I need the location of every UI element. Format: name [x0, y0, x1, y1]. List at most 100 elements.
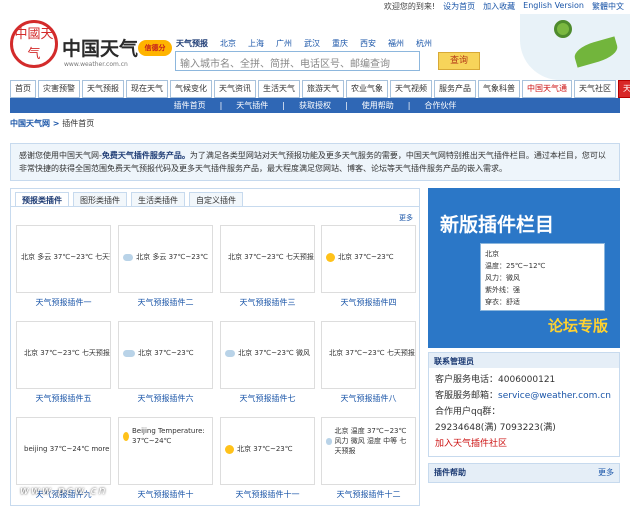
- sun-icon: [225, 444, 234, 454]
- cloud-icon: [225, 349, 236, 357]
- nav-plugins[interactable]: 天气插件: [618, 80, 630, 98]
- widget-preview: 北京 多云 37℃~23℃ 七天预报: [16, 225, 111, 293]
- search-input[interactable]: 输入城市名、全拼、简拼、电话区号、邮编查询: [175, 51, 420, 71]
- logo-url: www.weather.com.cn: [64, 61, 128, 68]
- subnav-help[interactable]: 使用帮助: [362, 98, 394, 113]
- logo-title: 中国天气: [62, 38, 139, 60]
- tab-graphic-plugins[interactable]: 图形类插件: [73, 192, 127, 206]
- widget-caption[interactable]: 天气预报插件二: [118, 297, 213, 308]
- search-button[interactable]: 查询: [438, 52, 480, 70]
- contact-heading: 联系管理员: [429, 353, 619, 368]
- widget-line: 北京 37℃~23℃: [138, 349, 194, 357]
- nav-agri[interactable]: 农业气象: [346, 80, 388, 98]
- help-more-link[interactable]: 更多: [598, 467, 614, 478]
- contact-qq-row: 合作用户qq群：: [435, 404, 613, 420]
- traditional-chinese-link[interactable]: 繁體中文: [592, 1, 624, 12]
- widget-card[interactable]: 北京 37℃~23℃ 天气预报插件四: [321, 225, 416, 308]
- nav-video[interactable]: 天气视频: [390, 80, 432, 98]
- help-heading: 更多 插件帮助: [429, 464, 619, 482]
- promo-banner[interactable]: 新版插件栏目 北京 温度：25℃~12℃ 风力：微风 紫外线：强 穿衣：舒适 论…: [428, 188, 620, 348]
- widget-caption[interactable]: 天气预报插件七: [220, 393, 315, 404]
- contact-phone-row: 客户服务电话：4006000121: [435, 372, 613, 388]
- more-link[interactable]: 更多: [399, 213, 413, 223]
- nav-life[interactable]: 生活天气: [258, 80, 300, 98]
- city-link[interactable]: 西安: [360, 38, 376, 49]
- widget-caption[interactable]: 天气预报插件六: [118, 393, 213, 404]
- city-shortcuts: 天气预报 北京 上海 广州 武汉 重庆 西安 福州 杭州: [176, 38, 432, 49]
- widget-card[interactable]: 北京 37℃~23℃ 天气预报插件六: [118, 321, 213, 404]
- widget-caption[interactable]: 天气预报插件一: [16, 297, 111, 308]
- widget-line: 北京 37℃~23℃ 七天预报: [228, 253, 314, 261]
- tab-life-plugins[interactable]: 生活类插件: [131, 192, 185, 206]
- site-logo[interactable]: 中國天气 中国天气 www.weather.com.cn: [10, 16, 139, 74]
- widget-card[interactable]: 北京 37℃~23℃ 七天预报 天气预报插件五: [16, 321, 111, 404]
- city-link[interactable]: 武汉: [304, 38, 320, 49]
- breadcrumb-root[interactable]: 中国天气网: [10, 119, 50, 128]
- subnav-license[interactable]: 获取授权: [299, 98, 331, 113]
- cloud-icon: [326, 437, 332, 445]
- widget-card[interactable]: 北京 37℃~23℃ 微风 天气预报插件七: [220, 321, 315, 404]
- cloud-icon: [123, 349, 135, 357]
- notice-prefix: 感谢您使用中国天气网-: [19, 151, 102, 160]
- subnav-weather-plugin[interactable]: 天气插件: [236, 98, 268, 113]
- widget-card[interactable]: 北京 37℃~23℃ 七天预报 天气预报插件八: [321, 321, 416, 404]
- widget-line: 北京 37℃~23℃: [237, 445, 293, 453]
- subnav-plugin-home[interactable]: 插件首页: [174, 98, 206, 113]
- widget-card[interactable]: 北京 37℃~23℃ 天气预报插件十一: [220, 417, 315, 500]
- add-favorite-link[interactable]: 加入收藏: [483, 1, 515, 12]
- widget-card[interactable]: 北京 温度 37℃~23℃ 风力 微风 湿度 中等 七天预报 天气预报插件十二: [321, 417, 416, 500]
- subnav-partners[interactable]: 合作伙伴: [424, 98, 456, 113]
- welcome-text: 欢迎您的到来!: [383, 2, 436, 11]
- widget-caption[interactable]: 天气预报插件十二: [321, 489, 416, 500]
- widget-card[interactable]: 北京 多云 37℃~23℃ 天气预报插件二: [118, 225, 213, 308]
- widget-card[interactable]: 北京 多云 37℃~23℃ 七天预报 天气预报插件一: [16, 225, 111, 308]
- widget-caption[interactable]: 天气预报插件五: [16, 393, 111, 404]
- subnav-sep: |: [407, 101, 411, 110]
- nav-products[interactable]: 服务产品: [434, 80, 476, 98]
- city-link[interactable]: 福州: [388, 38, 404, 49]
- nav-weather-app[interactable]: 中国天气通: [522, 80, 572, 98]
- city-lead: 天气预报: [176, 39, 208, 48]
- english-version-link[interactable]: English Version: [523, 1, 584, 12]
- header-illustration: [520, 14, 630, 80]
- contact-email-link[interactable]: service@weather.com.cn: [498, 391, 611, 401]
- help-title: 插件帮助: [434, 468, 466, 477]
- city-link[interactable]: 杭州: [416, 38, 432, 49]
- contact-box: 联系管理员 客户服务电话：4006000121 客服服务邮箱：service@w…: [428, 352, 620, 457]
- widget-caption[interactable]: 天气预报插件三: [220, 297, 315, 308]
- nav-home[interactable]: 首页: [10, 80, 36, 98]
- widget-card[interactable]: 北京 37℃~23℃ 七天预报 天气预报插件三: [220, 225, 315, 308]
- widget-caption[interactable]: 天气预报插件八: [321, 393, 416, 404]
- breadcrumb: 中国天气网 > 插件首页: [10, 118, 94, 129]
- help-box: 更多 插件帮助: [428, 463, 620, 483]
- contact-email-row: 客服服务邮箱：service@weather.com.cn: [435, 388, 613, 404]
- widget-caption[interactable]: 天气预报插件十一: [220, 489, 315, 500]
- widget-line: 北京 温度 37℃~23℃ 风力 微风 湿度 中等 七天预报: [334, 427, 407, 455]
- nav-climate[interactable]: 气候变化: [170, 80, 212, 98]
- nav-now[interactable]: 现在天气: [126, 80, 168, 98]
- nav-science[interactable]: 气象科普: [478, 80, 520, 98]
- widget-caption[interactable]: 天气预报插件十: [118, 489, 213, 500]
- nav-warning[interactable]: 灾害预警: [38, 80, 80, 98]
- join-community-link[interactable]: 加入天气插件社区: [435, 436, 613, 452]
- nav-news[interactable]: 天气资讯: [214, 80, 256, 98]
- nav-forecast[interactable]: 天气预报: [82, 80, 124, 98]
- promo-card-line: 穿衣：舒适: [485, 298, 520, 306]
- tab-forecast-plugins[interactable]: 预报类插件: [15, 192, 69, 206]
- tab-custom-plugins[interactable]: 自定义插件: [189, 192, 243, 206]
- widget-card[interactable]: Beijing Temperature: 37℃~24℃ 天气预报插件十: [118, 417, 213, 500]
- breadcrumb-current: 插件首页: [62, 119, 95, 128]
- nav-travel[interactable]: 旅游天气: [302, 80, 344, 98]
- intro-notice: 感谢您使用中国天气网-免费天气插件服务产品。为了满足各类型网站对天气预报功能及更…: [10, 143, 620, 181]
- widget-preview: 北京 37℃~23℃ 七天预报: [321, 321, 416, 389]
- promo-card-line: 北京: [485, 250, 499, 258]
- city-link[interactable]: 上海: [248, 38, 264, 49]
- city-link[interactable]: 重庆: [332, 38, 348, 49]
- city-link[interactable]: 广州: [276, 38, 292, 49]
- widget-preview: 北京 37℃~23℃ 七天预报: [220, 225, 315, 293]
- city-link[interactable]: 北京: [220, 38, 236, 49]
- contact-rows: 客户服务电话：4006000121 客服服务邮箱：service@weather…: [429, 368, 619, 456]
- set-homepage-link[interactable]: 设为首页: [443, 1, 475, 12]
- nav-community[interactable]: 天气社区: [574, 80, 616, 98]
- widget-caption[interactable]: 天气预报插件四: [321, 297, 416, 308]
